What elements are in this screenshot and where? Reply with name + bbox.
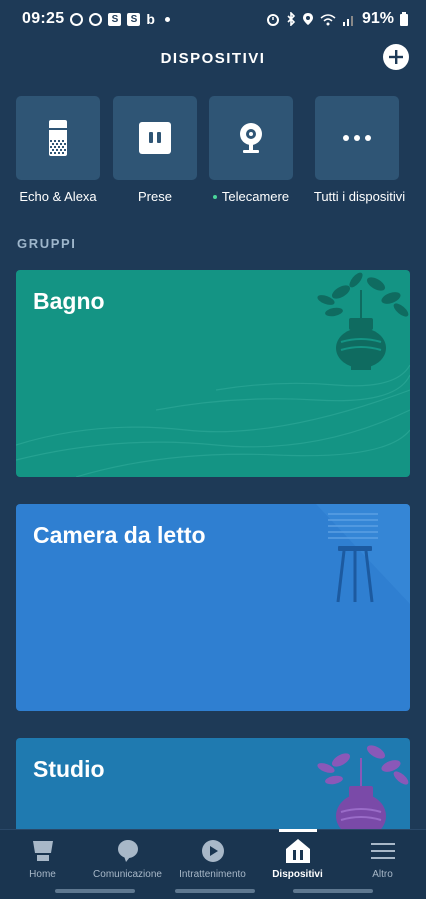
tile-prese[interactable]: Prese: [113, 96, 197, 204]
tile-label-text: Prese: [138, 189, 172, 204]
s-app-icon-2: S: [127, 12, 141, 26]
nav-icon-wrapper: [199, 838, 227, 864]
page-title: DISPOSITIVI: [160, 49, 266, 67]
tile-label: Prese: [113, 189, 197, 204]
play-icon: [201, 840, 224, 862]
alarm-icon: [266, 14, 279, 26]
group-card-bagno[interactable]: Bagno: [16, 270, 410, 477]
more-icon: [343, 135, 371, 141]
tile-label-text: Telecamere: [221, 189, 290, 204]
status-bar: 09:25 S S b 91%: [0, 0, 426, 38]
camera-icon: [240, 123, 262, 153]
tile-box[interactable]: [209, 96, 293, 180]
group-card-camera-da-letto[interactable]: Camera da letto: [16, 504, 410, 711]
group-name: Bagno: [33, 288, 105, 314]
tile-label: Echo & Alexa: [16, 189, 100, 204]
location-icon: [302, 13, 313, 25]
whatsapp-icon: [70, 12, 84, 26]
gesture-bar: [55, 889, 135, 893]
status-dot-icon: [212, 194, 217, 199]
nav-label: Home: [29, 869, 56, 880]
nav-label: Intrattenimento: [179, 869, 246, 880]
header: DISPOSITIVI: [0, 40, 426, 76]
tile-label-text: Echo & Alexa: [19, 189, 97, 204]
tile-label-text: Tutti i dispositivi: [313, 189, 406, 204]
device-category-tiles: Echo & Alexa Prese Telecamere Tutti i di…: [16, 96, 410, 206]
gesture-bar: [175, 889, 255, 893]
battery-percent: 91%: [361, 10, 394, 27]
devices-icon: [285, 839, 310, 863]
groups-section-label: GRUPPI: [17, 236, 77, 251]
tile-box[interactable]: [16, 96, 100, 180]
nav-label: Dispositivi: [272, 869, 323, 880]
menu-icon: [370, 843, 395, 859]
sync-icon: [89, 12, 103, 26]
status-left: 09:25 S S b: [22, 10, 170, 28]
plus-icon: [389, 50, 403, 64]
signal-icon: [342, 15, 353, 26]
nav-icon-wrapper: [29, 838, 57, 864]
group-name: Camera da letto: [33, 522, 206, 548]
tile-telecamere[interactable]: Telecamere: [209, 96, 293, 204]
nav-icon-wrapper: [114, 838, 142, 864]
plug-icon: [139, 122, 171, 154]
tile-box[interactable]: [113, 96, 197, 180]
bottom-navigation: Home Comunicazione Intrattenimento Dispo…: [0, 829, 426, 899]
tile-tutti-dispositivi[interactable]: Tutti i dispositivi: [314, 96, 405, 204]
active-tab-indicator: [278, 829, 317, 832]
nav-icon-wrapper: [284, 838, 312, 864]
add-device-button[interactable]: [383, 44, 409, 70]
group-name: Studio: [33, 756, 105, 782]
bluetooth-icon: [287, 12, 296, 26]
wifi-icon: [320, 13, 336, 25]
nav-icon-wrapper: [369, 838, 397, 864]
home-icon: [32, 841, 53, 861]
notification-dot-icon: [164, 16, 170, 22]
echo-device-icon: [49, 120, 67, 156]
nav-label: Altro: [372, 869, 393, 880]
tile-label: Telecamere: [209, 189, 293, 204]
gesture-bar: [293, 889, 373, 893]
status-time: 09:25: [22, 10, 65, 27]
tile-label: Tutti i dispositivi: [314, 189, 405, 204]
status-right: 91%: [266, 10, 408, 28]
tile-echo-alexa[interactable]: Echo & Alexa: [16, 96, 100, 204]
s-app-icon: S: [108, 12, 122, 26]
battery-icon: [400, 12, 408, 26]
bing-icon: b: [146, 11, 155, 27]
chat-bubble-icon: [117, 840, 138, 862]
nav-label: Comunicazione: [93, 869, 162, 880]
tile-box[interactable]: [315, 96, 399, 180]
